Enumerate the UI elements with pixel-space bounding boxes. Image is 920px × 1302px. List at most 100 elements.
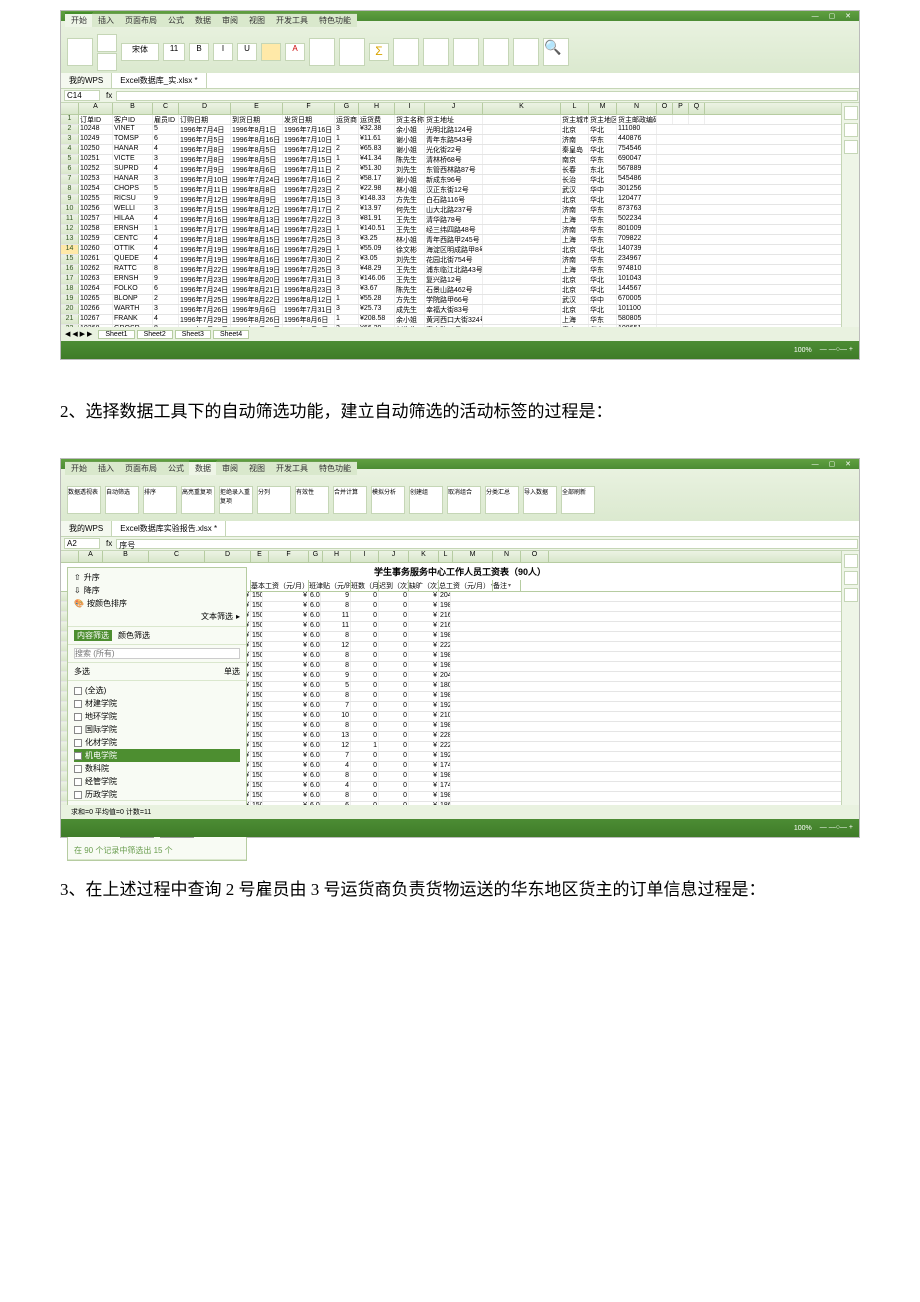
col-header[interactable]: B bbox=[103, 551, 149, 562]
ribbon-tab[interactable]: 公式 bbox=[162, 461, 190, 475]
col-header[interactable]: K bbox=[483, 103, 561, 114]
ribbon-group-button[interactable]: 有效性 bbox=[295, 486, 329, 514]
filter-tab-content[interactable]: 内容筛选 bbox=[74, 630, 112, 641]
table-row[interactable]: 1110257HILAA41996年7月16日1996年8月13日1996年7月… bbox=[61, 215, 859, 225]
ribbon-tab[interactable]: 审阅 bbox=[216, 461, 244, 475]
new-icon[interactable] bbox=[844, 106, 858, 120]
formula-input[interactable] bbox=[116, 91, 858, 101]
filter-search[interactable] bbox=[74, 648, 240, 659]
ribbon-tab[interactable]: 开发工具 bbox=[270, 13, 314, 27]
col-header[interactable]: G bbox=[309, 551, 323, 562]
merge-button[interactable] bbox=[339, 38, 365, 66]
ribbon-group-button[interactable]: 排序 bbox=[143, 486, 177, 514]
table-row[interactable]: 610252SUPRD41996年7月9日1996年8月6日1996年7月11日… bbox=[61, 165, 859, 175]
table-row[interactable]: 410250HANAR41996年7月8日1996年8月5日1996年7月12日… bbox=[61, 145, 859, 155]
table-row[interactable]: 210248VINET51996年7月4日1996年8月1日1996年7月16日… bbox=[61, 125, 859, 135]
filter-header[interactable]: 班数（月） bbox=[351, 580, 379, 591]
table-row[interactable]: 1910265BLONP21996年7月25日1996年8月22日1996年8月… bbox=[61, 295, 859, 305]
format-button[interactable] bbox=[423, 38, 449, 66]
ribbon-group-button[interactable]: 自动筛选 bbox=[105, 486, 139, 514]
table-row[interactable]: 310249TOMSP61996年7月5日1996年8月16日1996年7月10… bbox=[61, 135, 859, 145]
doc-tab[interactable]: Excel数据库_实.xlsx * bbox=[112, 73, 206, 88]
table-row[interactable]: 510251VICTE31996年7月8日1996年8月5日1996年7月15日… bbox=[61, 155, 859, 165]
col-header[interactable]: N bbox=[493, 551, 521, 562]
col-header[interactable]: C bbox=[149, 551, 205, 562]
ribbon-group-button[interactable]: 拒绝录入重复项 bbox=[219, 486, 253, 514]
ribbon-group-button[interactable]: 数据透视表 bbox=[67, 486, 101, 514]
col-header[interactable]: I bbox=[395, 103, 425, 114]
col-header[interactable]: C bbox=[153, 103, 179, 114]
fx-icon[interactable]: fx bbox=[103, 539, 115, 548]
copy-button[interactable] bbox=[97, 53, 117, 71]
multi-select-tab[interactable]: 多选 bbox=[74, 666, 90, 677]
find-button[interactable]: 🔍 bbox=[543, 38, 569, 66]
col-header[interactable]: J bbox=[425, 103, 483, 114]
ribbon-tab[interactable]: 特色功能 bbox=[313, 13, 357, 27]
col-header[interactable]: O bbox=[521, 551, 549, 562]
filter-option[interactable]: 经管学院 bbox=[74, 775, 240, 788]
filter-header[interactable]: 基本工资（元/月） bbox=[251, 580, 309, 591]
ribbon-tab[interactable]: 开发工具 bbox=[270, 461, 314, 475]
col-header[interactable]: E bbox=[251, 551, 269, 562]
ribbon-tab[interactable]: 页面布局 bbox=[119, 13, 163, 27]
grid-body[interactable]: 1订单ID客户ID雇员ID订购日期到货日期发货日期运货商运货费货主名称货主地址货… bbox=[61, 115, 859, 335]
table-row[interactable]: 1810264FOLKO61996年7月24日1996年8月21日1996年8月… bbox=[61, 285, 859, 295]
ribbon-tab[interactable]: 页面布局 bbox=[119, 461, 163, 475]
filter-header[interactable]: 备注 bbox=[493, 580, 521, 591]
single-select-tab[interactable]: 单选 bbox=[224, 666, 240, 677]
ribbon-group-button[interactable]: 创建组 bbox=[409, 486, 443, 514]
freeze-button[interactable] bbox=[513, 38, 539, 66]
col-header[interactable]: K bbox=[409, 551, 439, 562]
sort-button[interactable] bbox=[393, 38, 419, 66]
paste-button[interactable] bbox=[67, 38, 93, 66]
col-header[interactable]: D bbox=[205, 551, 251, 562]
new-icon[interactable] bbox=[844, 554, 858, 568]
bold-button[interactable]: B bbox=[189, 43, 209, 61]
col-header[interactable]: M bbox=[589, 103, 617, 114]
ribbon-group-button[interactable]: 模拟分析 bbox=[371, 486, 405, 514]
sheet-tab[interactable]: Sheet2 bbox=[137, 330, 173, 339]
ribbon-tab[interactable]: 开始 bbox=[65, 461, 93, 475]
col-header[interactable]: I bbox=[351, 551, 379, 562]
name-box[interactable]: C14 bbox=[64, 90, 100, 101]
table-row[interactable]: 1310259CENTC41996年7月18日1996年8月15日1996年7月… bbox=[61, 235, 859, 245]
font-box[interactable]: 宋体 bbox=[121, 43, 159, 61]
filter-option[interactable]: 地环学院 bbox=[74, 710, 240, 723]
ribbon-group-button[interactable]: 合并计算 bbox=[333, 486, 367, 514]
filter-header[interactable]: 迟到（次） bbox=[379, 580, 409, 591]
table-row[interactable]: 2110267FRANK41996年7月29日1996年8月26日1996年8月… bbox=[61, 315, 859, 325]
table-row[interactable]: 1610262RATTC81996年7月22日1996年8月19日1996年7月… bbox=[61, 265, 859, 275]
window-controls[interactable]: — ▢ ✕ bbox=[812, 12, 855, 20]
ribbon-tab[interactable]: 审阅 bbox=[216, 13, 244, 27]
col-header[interactable]: F bbox=[269, 551, 309, 562]
share-icon[interactable] bbox=[844, 588, 858, 602]
filter-header[interactable]: 总工资（元/月） bbox=[439, 580, 493, 591]
row-col-button[interactable] bbox=[453, 38, 479, 66]
name-box[interactable]: A2 bbox=[64, 538, 100, 549]
table-row[interactable]: 1510261QUEDE41996年7月19日1996年8月16日1996年7月… bbox=[61, 255, 859, 265]
ribbon-tab[interactable]: 插入 bbox=[92, 461, 120, 475]
ribbon-group-button[interactable]: 导入数据 bbox=[523, 486, 557, 514]
italic-button[interactable]: I bbox=[213, 43, 233, 61]
ribbon-group-button[interactable]: 全部刷新 bbox=[561, 486, 595, 514]
table-row[interactable]: 2010266WARTH31996年7月26日1996年9月6日1996年7月3… bbox=[61, 305, 859, 315]
sheet-tab[interactable]: Sheet4 bbox=[213, 330, 249, 339]
sum-icon[interactable]: Σ bbox=[369, 43, 389, 61]
filter-tab-color[interactable]: 颜色筛选 bbox=[118, 630, 150, 641]
col-header[interactable]: O bbox=[657, 103, 673, 114]
ribbon-tab[interactable]: 视图 bbox=[243, 13, 271, 27]
ribbon-tab[interactable]: 特色功能 bbox=[313, 461, 357, 475]
table-row[interactable]: 710253HANAR31996年7月10日1996年7月24日1996年7月1… bbox=[61, 175, 859, 185]
worksheet-button[interactable] bbox=[483, 38, 509, 66]
fill-color-button[interactable] bbox=[261, 43, 281, 61]
ribbon-tab[interactable]: 数据 bbox=[189, 460, 217, 475]
table-row[interactable]: 810254CHOPS51996年7月11日1996年8月8日1996年7月23… bbox=[61, 185, 859, 195]
ribbon-group-button[interactable]: 分列 bbox=[257, 486, 291, 514]
tool-icon[interactable] bbox=[844, 140, 858, 154]
select-icon[interactable] bbox=[844, 571, 858, 585]
sort-asc[interactable]: ⇧ 升序 bbox=[74, 571, 240, 584]
col-header[interactable]: H bbox=[359, 103, 395, 114]
filter-option[interactable]: 材建学院 bbox=[74, 697, 240, 710]
filter-option[interactable]: 国际学院 bbox=[74, 723, 240, 736]
col-header[interactable]: B bbox=[113, 103, 153, 114]
